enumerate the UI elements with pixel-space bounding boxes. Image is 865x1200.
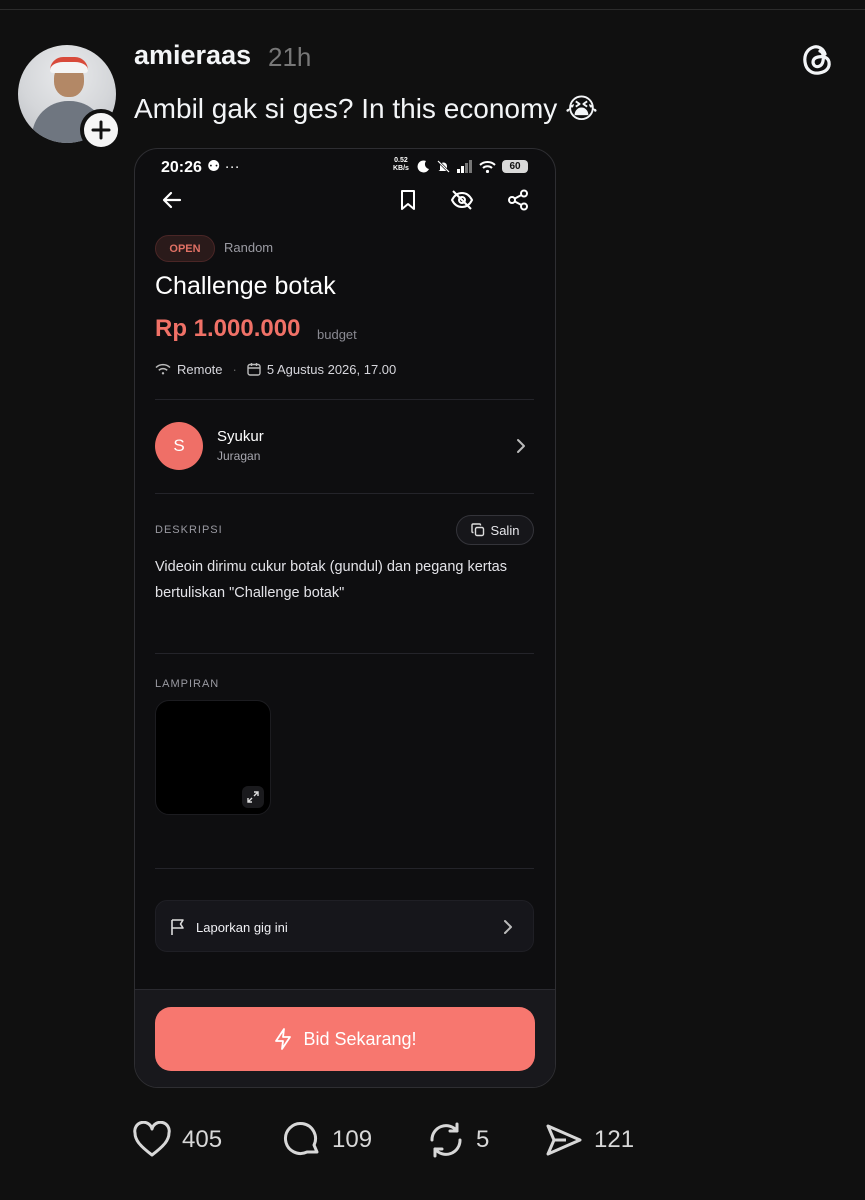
- attachments-label: LAMPIRAN: [155, 678, 220, 690]
- lightning-icon: [275, 1028, 292, 1050]
- calendar-icon: [247, 363, 261, 376]
- share-count: 121: [594, 1126, 635, 1153]
- repost-count: 5: [476, 1126, 490, 1153]
- gig-deadline: 5 Agustus 2026, 17.00: [266, 361, 397, 377]
- gig-description: Videoin dirimu cukur botak (gundul) dan …: [155, 559, 507, 601]
- follow-button[interactable]: [80, 109, 122, 151]
- owner-avatar[interactable]: S: [155, 422, 203, 470]
- threads-logo-icon[interactable]: [798, 40, 838, 80]
- wifi-icon: [479, 160, 496, 173]
- mute-icon: [437, 159, 450, 173]
- moon-icon: [417, 159, 429, 172]
- eye-off-icon: [450, 190, 474, 210]
- attachment-thumbnail[interactable]: [155, 700, 271, 815]
- status-badge: OPEN: [155, 235, 215, 262]
- status-icons: 60: [417, 157, 528, 175]
- comment-icon: [284, 1122, 319, 1155]
- copy-icon: [470, 523, 484, 537]
- status-notification-icons: ⚉ ···: [207, 158, 240, 175]
- heart-icon: [133, 1121, 171, 1157]
- gig-meta: Remote · 5 Agustus 2026, 17.00: [155, 359, 396, 379]
- attached-screenshot[interactable]: 20:26 ⚉ ··· 0.52 KB/s 60 OPEN Random Cha…: [134, 148, 556, 1088]
- bookmark-button[interactable]: [395, 187, 421, 213]
- network-speed: 0.52 KB/s: [393, 157, 409, 172]
- status-time: 20:26: [161, 159, 202, 176]
- like-button[interactable]: 405: [132, 1118, 222, 1162]
- plus-icon: [91, 120, 111, 140]
- expand-icon: [247, 791, 259, 803]
- bookmark-icon: [401, 190, 415, 210]
- divider: [155, 653, 534, 654]
- gig-location: Remote: [177, 361, 223, 377]
- report-gig-button[interactable]: Laporkan gig ini: [155, 900, 534, 952]
- share-icon: [508, 189, 528, 211]
- hide-button[interactable]: [449, 187, 475, 213]
- back-button[interactable]: [159, 187, 185, 213]
- copy-label: Salin: [490, 522, 520, 538]
- send-icon: [546, 1124, 582, 1156]
- wifi-icon: [155, 363, 171, 375]
- arrow-left-icon: [162, 191, 182, 209]
- post-caption: Ambil gak si ges? In this economy 😭: [134, 93, 598, 124]
- gig-title: Challenge botak: [155, 272, 336, 300]
- repost-button[interactable]: 5: [426, 1118, 489, 1162]
- battery-indicator: 60: [502, 159, 528, 173]
- gig-category: Random: [224, 240, 274, 255]
- bid-now-button[interactable]: Bid Sekarang!: [155, 1007, 535, 1071]
- owner-role: Juragan: [217, 449, 261, 463]
- like-count: 405: [182, 1126, 223, 1153]
- share-post-button[interactable]: 121: [544, 1118, 634, 1162]
- divider: [155, 399, 534, 400]
- author-avatar-container[interactable]: [18, 45, 122, 151]
- share-button[interactable]: [505, 187, 531, 213]
- bid-label: Bid Sekarang!: [303, 1028, 417, 1049]
- price-suffix: budget: [317, 327, 357, 342]
- chevron-right-icon[interactable]: [515, 437, 527, 455]
- signal-icon: [457, 159, 472, 173]
- report-label: Laporkan gig ini: [196, 920, 288, 935]
- description-label: DESKRIPSI: [155, 524, 223, 536]
- comment-count: 109: [332, 1126, 373, 1153]
- gig-price: Rp 1.000.000: [155, 315, 301, 342]
- top-divider: [0, 9, 865, 10]
- divider: [155, 868, 534, 869]
- expand-button[interactable]: [242, 786, 264, 808]
- flag-icon: [171, 919, 184, 935]
- repost-icon: [430, 1122, 462, 1158]
- comment-button[interactable]: 109: [282, 1118, 372, 1162]
- copy-button[interactable]: Salin: [456, 515, 534, 545]
- author-username[interactable]: amieraas: [134, 40, 251, 71]
- post-time: 21h: [268, 42, 312, 72]
- chevron-right-icon: [504, 920, 512, 934]
- divider: [155, 493, 534, 494]
- owner-name[interactable]: Syukur: [217, 428, 264, 445]
- meta-separator: ·: [232, 361, 237, 377]
